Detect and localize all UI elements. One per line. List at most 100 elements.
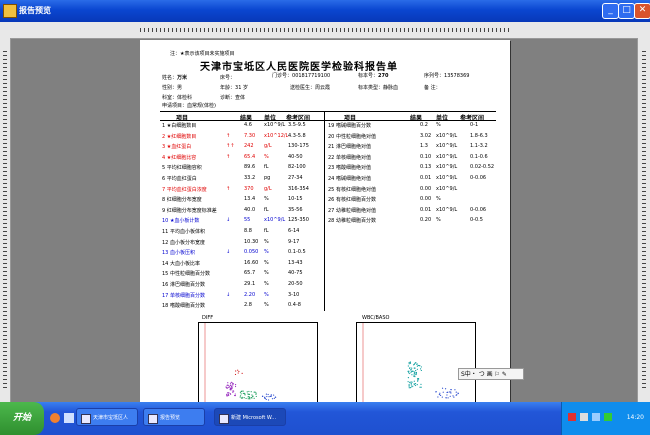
result-range: 20-50 — [288, 281, 303, 287]
scatter-point — [273, 397, 275, 399]
scatter-point — [253, 391, 255, 393]
taskbar-item-new-word[interactable]: 新建 Microsoft W... — [214, 408, 286, 426]
scatter-point — [414, 384, 417, 387]
scatter-point — [416, 368, 419, 370]
result-name: 3 ★血红蛋白 — [162, 144, 192, 151]
ime-toolbar[interactable]: S中・ つ 画 ⚐ ✎ — [458, 368, 524, 380]
scatter-point — [237, 369, 239, 371]
result-name: 17 单核细胞百分数 — [162, 292, 205, 299]
scatter-point — [439, 394, 442, 396]
scatter-point — [227, 386, 229, 389]
scatter-point — [453, 396, 455, 398]
result-value: 0.01 — [420, 206, 432, 213]
scatter-point — [413, 371, 415, 373]
table-top-rule — [160, 111, 496, 112]
result-value: 33.2 — [244, 175, 256, 181]
department: 科室：体检科 — [162, 95, 193, 101]
scatter-point — [250, 397, 253, 399]
header-range-right: 参考区间 — [460, 115, 485, 122]
tray-icon-3[interactable] — [592, 413, 600, 421]
vertical-ruler-left — [0, 38, 11, 402]
scatter-point — [408, 385, 410, 387]
scatter-point — [246, 391, 248, 393]
scatter-point — [267, 399, 270, 401]
result-value: 89.6 — [244, 164, 256, 171]
scatter-point — [455, 394, 457, 396]
scatter-point — [418, 364, 420, 367]
scatter-point — [242, 392, 244, 395]
app-icon — [3, 4, 17, 18]
quicklaunch-icon[interactable] — [50, 413, 60, 423]
result-name: 8 红细胞分布宽度 — [162, 197, 202, 204]
scatter-point — [230, 381, 233, 383]
scatter-point — [412, 385, 414, 387]
result-range: 82-100 — [288, 164, 306, 171]
scatter-point — [237, 372, 239, 374]
scatter-point — [247, 393, 249, 395]
scatter-point — [265, 393, 268, 395]
scatter-point — [414, 362, 416, 364]
scatter-point — [435, 391, 437, 393]
scatter-point — [230, 384, 232, 386]
minimize-button[interactable]: _ — [602, 3, 619, 19]
scatter-point — [410, 369, 412, 371]
scatter-point — [251, 394, 253, 396]
result-range: 0.1-0.5 — [288, 249, 306, 256]
result-value: 0.01 — [420, 175, 432, 181]
header-item-right: 项目 — [344, 115, 357, 122]
result-value: 7.30 — [244, 132, 256, 139]
result-unit: x10^9/L — [264, 217, 286, 224]
result-name: 13 血小板压积 — [162, 250, 195, 257]
result-value: 40.0 — [244, 206, 256, 213]
scatter-point — [408, 370, 410, 372]
header-unit-right: 单位 — [436, 115, 449, 122]
result-name: 18 嗜酸细胞百分数 — [162, 303, 205, 310]
result-name: 12 血小板分布宽度 — [162, 239, 205, 246]
result-name: 5 平均红细胞容积 — [162, 165, 202, 172]
result-unit: fL — [264, 206, 269, 213]
scatter-point — [233, 394, 236, 397]
scatter-point — [455, 391, 457, 393]
scatter-point — [417, 379, 419, 381]
scatter-point — [250, 391, 252, 393]
requesting-doctor: 送检医生：周云霞 — [290, 85, 331, 91]
result-name: 27 幼稚粒细胞绝对值 — [328, 207, 376, 214]
result-unit: x10^9/L — [436, 175, 458, 181]
scatter-point — [270, 394, 273, 396]
close-button[interactable]: ✕ — [634, 3, 650, 19]
scatter-point — [264, 397, 266, 400]
quicklaunch-icon-2[interactable] — [64, 413, 74, 423]
result-range: 4.3-5.8 — [288, 132, 306, 139]
result-value: 3.02 — [420, 132, 432, 139]
scatter-point — [247, 398, 249, 400]
result-flag: ↓ — [226, 291, 231, 298]
scatter-point — [240, 390, 243, 393]
tray-icon-2[interactable] — [580, 413, 588, 421]
result-value: 0.13 — [420, 164, 432, 171]
scatter-point — [265, 398, 267, 401]
start-button[interactable]: 开始 — [0, 402, 44, 435]
tray-icon-4[interactable] — [604, 413, 612, 421]
scatter-point — [234, 384, 237, 386]
maximize-button[interactable]: □ — [618, 3, 635, 19]
scatter-point — [232, 390, 235, 392]
scatter-point — [409, 361, 411, 363]
scatter-point — [225, 386, 227, 388]
scatter-point — [416, 363, 418, 365]
scatter-point — [415, 369, 417, 372]
scatter-point — [261, 395, 264, 397]
result-name: 25 有核红细胞绝对值 — [328, 186, 376, 193]
result-name: 6 平均血红蛋白 — [162, 176, 197, 182]
result-range: 316-354 — [288, 185, 309, 192]
scatter-point — [450, 392, 452, 394]
wbc-baso-plot-title: WBC/BASO — [362, 315, 390, 321]
scatter-point — [408, 361, 410, 364]
scatter-point — [240, 393, 242, 395]
scatter-point — [446, 391, 448, 394]
tray-icon[interactable] — [568, 413, 576, 421]
scatter-point — [413, 364, 415, 366]
result-name: 23 嗜酸细胞绝对值 — [328, 165, 371, 172]
result-value: 370 — [244, 185, 254, 192]
taskbar-item-hospital[interactable]: 天津市宝坻区人民... — [76, 408, 138, 426]
taskbar-item-report-preview[interactable]: 报告预览 — [143, 408, 205, 426]
